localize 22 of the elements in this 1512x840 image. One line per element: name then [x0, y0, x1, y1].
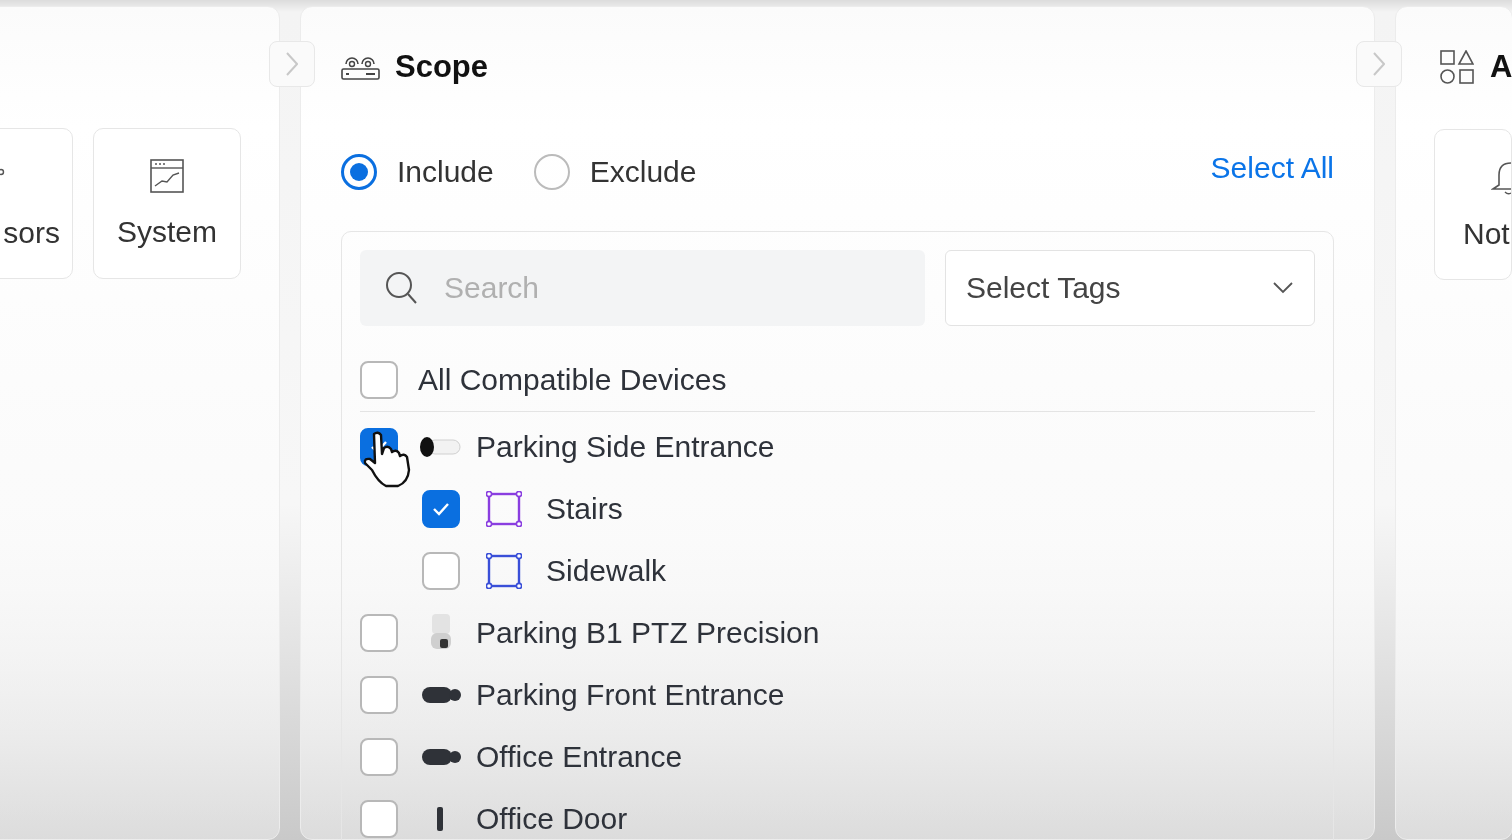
select-all-link[interactable]: Select All: [1210, 151, 1334, 193]
tags-dropdown[interactable]: Select Tags: [945, 250, 1315, 326]
category-card[interactable]: System: [93, 128, 241, 279]
category-card[interactable]: Not: [1434, 129, 1512, 280]
search-input[interactable]: Search: [444, 271, 901, 305]
device-label: All Compatible Devices: [418, 362, 727, 397]
card-label: System: [117, 214, 217, 249]
radio-option[interactable]: Include: [341, 154, 494, 190]
radio-option[interactable]: Exclude: [533, 154, 697, 190]
panel-title: Scope: [395, 49, 489, 85]
device-label: Parking B1 PTZ Precision: [476, 616, 820, 650]
device-label: Parking Side Entrance: [476, 430, 775, 464]
search-field[interactable]: Search: [360, 250, 925, 326]
device-label: Office Entrance: [476, 740, 683, 774]
zone-label: Sidewalk: [546, 554, 667, 588]
zone-label: Stairs: [546, 492, 623, 526]
card-label: sors: [3, 215, 60, 250]
card-label: Not: [1462, 216, 1510, 251]
category-card[interactable]: sors: [0, 128, 73, 279]
device-label: Office Door: [476, 802, 628, 836]
panel-title: A: [1490, 49, 1512, 85]
device-label: Parking Front Entrance: [476, 678, 785, 712]
